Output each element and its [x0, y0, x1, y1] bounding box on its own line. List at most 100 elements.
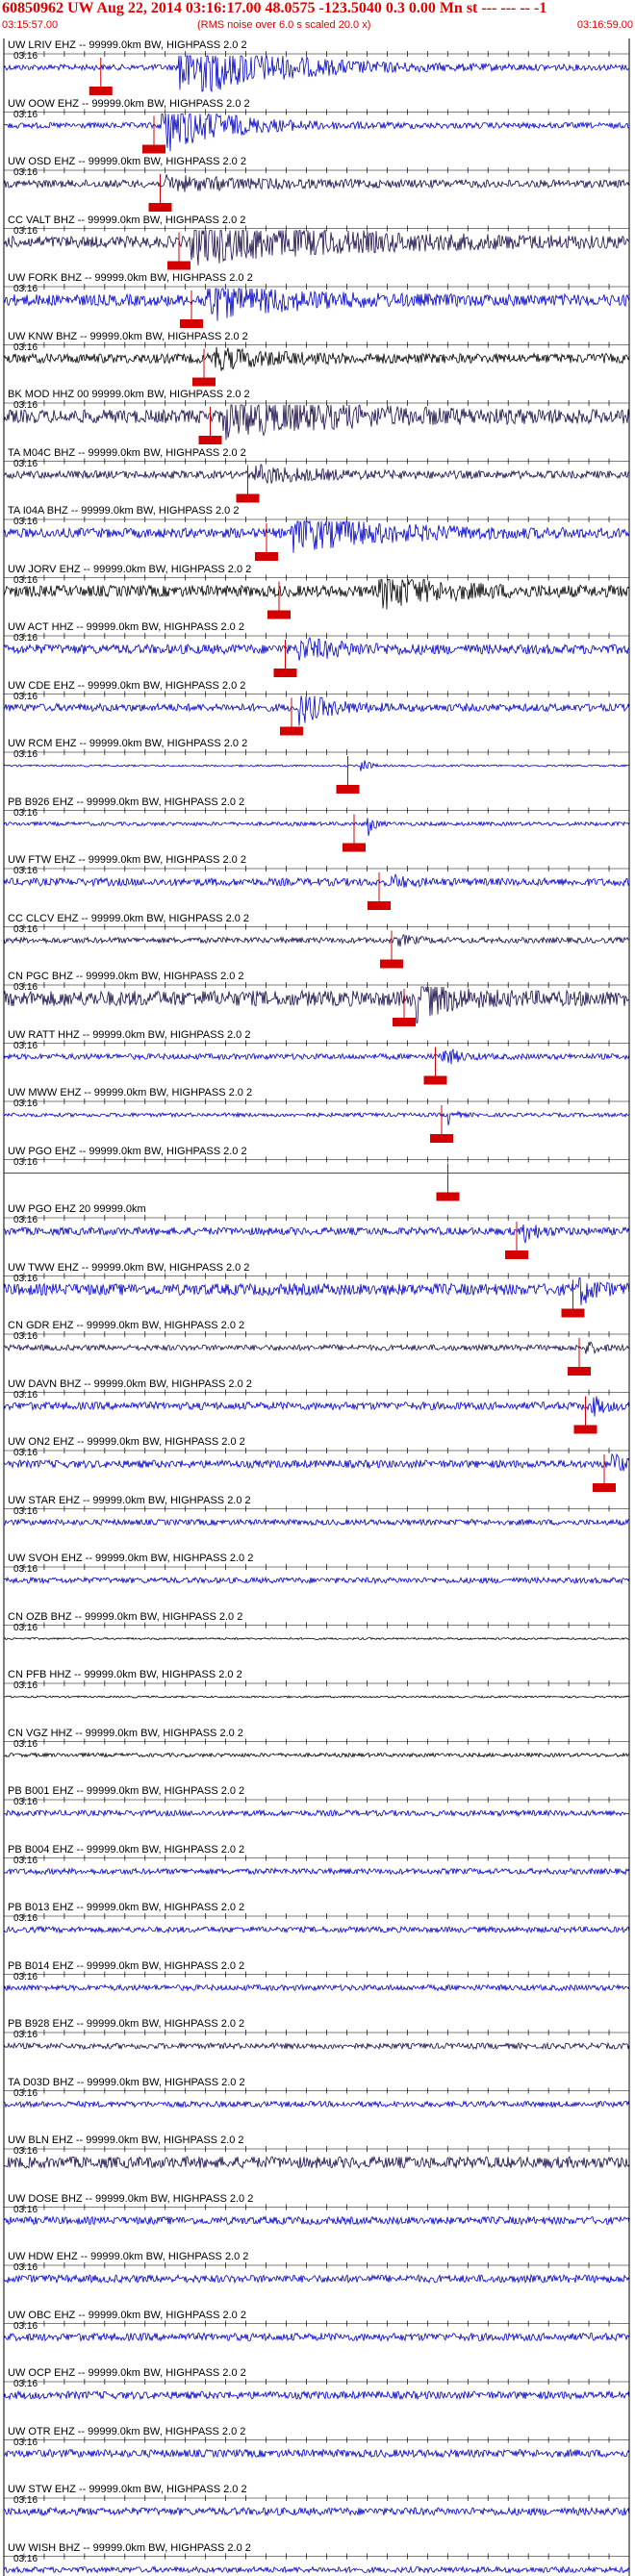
trace-label: UW HDW EHZ -- 99999.0km BW, HIGHPASS 2.0… [8, 2251, 249, 2262]
waveform-trace [3, 229, 630, 265]
trace-time-mark: 03:16 [13, 691, 38, 702]
pick-marker [198, 436, 222, 444]
pick-marker [593, 1483, 616, 1492]
waveform-trace [3, 519, 630, 553]
waveform-trace [3, 404, 630, 441]
waveform-trace [3, 2214, 630, 2227]
trace-label: UW FTW EHZ -- 99999.0km BW, HIGHPASS 2.0… [8, 854, 246, 866]
waveform-trace [3, 1341, 630, 1355]
waveform-trace [3, 2448, 630, 2459]
trace-label: CN OZB BHZ -- 99999.0km BW, HIGHPASS 2.0… [8, 1610, 243, 1623]
pick-marker [336, 785, 360, 794]
trace-label: TA M04C BHZ -- 99999.0km BW, HIGHPASS 2.… [8, 446, 246, 459]
waveform-trace [3, 1048, 630, 1065]
trace-time-mark: 03:16 [13, 1389, 38, 1401]
waveform-trace [3, 695, 630, 726]
trace-label: PB B928 EHZ -- 99999.0km BW, HIGHPASS 2.… [8, 2018, 245, 2030]
trace-label: UW ACT HHZ -- 99999.0km BW, HIGHPASS 2.0… [8, 621, 244, 633]
trace-label: PB B014 EHZ -- 99999.0km BW, HIGHPASS 2.… [8, 1959, 245, 1972]
waveform-trace [3, 2506, 630, 2517]
pick-marker [142, 144, 165, 154]
trace-time-mark: 03:16 [13, 400, 38, 411]
trace-label: CN PFB HHZ -- 99999.0km BW, HIGHPASS 2.0… [8, 1669, 242, 1680]
trace-label: CN VGZ HHZ -- 99999.0km BW, HIGHPASS 2.0… [8, 1727, 243, 1739]
trace-label: TA D03D BHZ -- 99999.0km BW, HIGHPASS 2.… [8, 2076, 245, 2088]
trace-label: UW ON2 EHZ -- 99999.0km BW, HIGHPASS 2.0… [8, 1436, 245, 1448]
pick-marker [343, 843, 366, 852]
trace-time-mark: 03:16 [13, 866, 38, 876]
pick-marker [568, 1367, 591, 1376]
trace-label: UW RATT HHZ -- 99999.0km BW, HIGHPASS 2.… [8, 1028, 251, 1041]
waveform-trace [3, 2155, 630, 2170]
trace-time-mark: 03:16 [13, 341, 38, 353]
waveform-trace [3, 636, 630, 661]
pick-marker [267, 610, 291, 619]
trace-label: UW PGO EHZ -- 99999.0km BW, HIGHPASS 2.0… [8, 1145, 247, 1157]
trace-time-mark: 03:16 [13, 807, 38, 819]
trace-time-mark: 03:16 [13, 2146, 38, 2157]
trace-time-mark: 03:16 [13, 1971, 38, 1983]
trace-time-mark: 03:16 [13, 1913, 38, 1924]
waveform-trace [3, 1452, 630, 1472]
trace-time-mark: 03:16 [13, 2262, 38, 2273]
trace-label: UW SVOH EHZ -- 99999.0km BW, HIGHPASS 2.… [8, 1553, 254, 1564]
trace-time-mark: 03:16 [13, 2087, 38, 2099]
pick-marker [561, 1308, 585, 1318]
pick-marker [280, 726, 303, 736]
waveform-trace [3, 1925, 630, 1934]
trace-label: CC VALT BHZ -- 99999.0km BW, HIGHPASS 2.… [8, 214, 246, 226]
pick-marker [148, 203, 172, 212]
trace-time-mark: 03:16 [13, 1331, 38, 1342]
trace-time-mark: 03:16 [13, 51, 38, 62]
trace-time-mark: 03:16 [13, 2553, 38, 2564]
trace-label: UW FORK BHZ -- 99999.0km BW, HIGHPASS 2.… [8, 272, 253, 284]
waveform-trace [3, 1396, 630, 1417]
trace-time-mark: 03:16 [13, 2030, 38, 2040]
trace-label: CN GDR EHZ -- 99999.0km BW, HIGHPASS 2.0… [8, 1320, 245, 1331]
pick-marker [423, 1075, 447, 1085]
trace-label: PB B013 EHZ -- 99999.0km BW, HIGHPASS 2.… [8, 1902, 245, 1913]
waveform-trace [3, 760, 630, 771]
trace-label: UW OBC EHZ -- 99999.0km BW, HIGHPASS 2.0… [8, 2309, 246, 2321]
trace-time-mark: 03:16 [13, 749, 38, 760]
trace-label: PB B001 EHZ -- 99999.0km BW, HIGHPASS 2.… [8, 1785, 245, 1797]
trace-label: UW OOW EHZ -- 99999.0km BW, HIGHPASS 2.0… [8, 97, 250, 110]
waveform-trace [3, 1752, 630, 1758]
waveform-trace [3, 2273, 630, 2285]
pick-marker [180, 319, 203, 328]
trace-time-mark: 03:16 [13, 1099, 38, 1109]
trace-time-mark: 03:16 [13, 2437, 38, 2448]
trace-time-mark: 03:16 [13, 1448, 38, 1458]
waveform-trace [3, 2041, 630, 2051]
trace-label: PB B926 EHZ -- 99999.0km BW, HIGHPASS 2.… [8, 796, 245, 808]
trace-time-mark: 03:16 [13, 1622, 38, 1633]
pick-marker [436, 1192, 460, 1201]
trace-time-mark: 03:16 [13, 458, 38, 469]
trace-time-mark: 03:16 [13, 1505, 38, 1517]
pick-marker [380, 959, 403, 969]
trace-label: UW RCM EHZ -- 99999.0km BW, HIGHPASS 2.0… [8, 738, 248, 749]
waveform-trace [4, 1808, 630, 1818]
waveform-trace [3, 818, 630, 837]
waveform-trace [3, 1518, 630, 1527]
pick-marker [236, 493, 260, 503]
trace-time-mark: 03:16 [13, 167, 38, 178]
trace-time-mark: 03:16 [13, 1564, 38, 1575]
trace-label: UW BLN EHZ -- 99999.0km BW, HIGHPASS 2.0… [8, 2134, 244, 2146]
trace-time-mark: 03:16 [13, 109, 38, 120]
pick-marker [368, 901, 391, 910]
waveform-trace [3, 346, 630, 371]
waveform-trace [3, 986, 630, 1024]
pick-marker [167, 261, 190, 270]
trace-label: BK MOD HHZ 00 99999.0km BW, HIGHPASS 2.0… [8, 389, 250, 400]
trace-label: TA I04A BHZ -- 99999.0km BW, HIGHPASS 2.… [8, 505, 240, 517]
trace-label: UW OSD EHZ -- 99999.0km BW, HIGHPASS 2.0… [8, 156, 246, 167]
trace-time-mark: 03:16 [13, 923, 38, 935]
waveform-trace [3, 288, 630, 321]
waveform-trace [3, 113, 630, 152]
trace-time-mark: 03:16 [13, 1738, 38, 1750]
trace-time-mark: 03:16 [13, 2204, 38, 2215]
pick-marker [573, 1425, 597, 1434]
trace-label: UW STW EHZ -- 99999.0km BW, HIGHPASS 2.0… [8, 2484, 247, 2495]
pick-marker [393, 1018, 416, 1026]
